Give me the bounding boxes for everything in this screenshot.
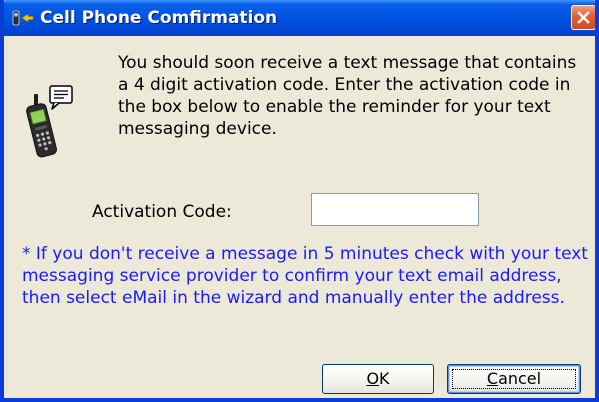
window-title: Cell Phone Comfirmation bbox=[40, 8, 278, 28]
cancel-button[interactable]: Cancel bbox=[447, 364, 581, 394]
cancel-label-rest: ancel bbox=[498, 369, 542, 388]
ok-label-rest: K bbox=[379, 369, 390, 388]
title-bar[interactable]: Cell Phone Comfirmation bbox=[4, 0, 595, 36]
ok-mnemonic: O bbox=[366, 369, 380, 388]
dialog-window: Cell Phone Comfirmation You should soon … bbox=[0, 0, 599, 402]
activation-code-input[interactable] bbox=[311, 193, 479, 226]
activation-code-label: Activation Code: bbox=[92, 202, 232, 222]
phone-with-arrow-icon bbox=[12, 9, 34, 27]
instruction-message: You should soon receive a text message t… bbox=[118, 53, 577, 139]
ok-button[interactable]: OK bbox=[322, 364, 434, 394]
close-button[interactable] bbox=[571, 5, 595, 30]
help-note: * If you don't receive a message in 5 mi… bbox=[22, 244, 588, 308]
cell-phone-message-icon bbox=[26, 84, 74, 164]
cancel-mnemonic: C bbox=[486, 369, 499, 388]
